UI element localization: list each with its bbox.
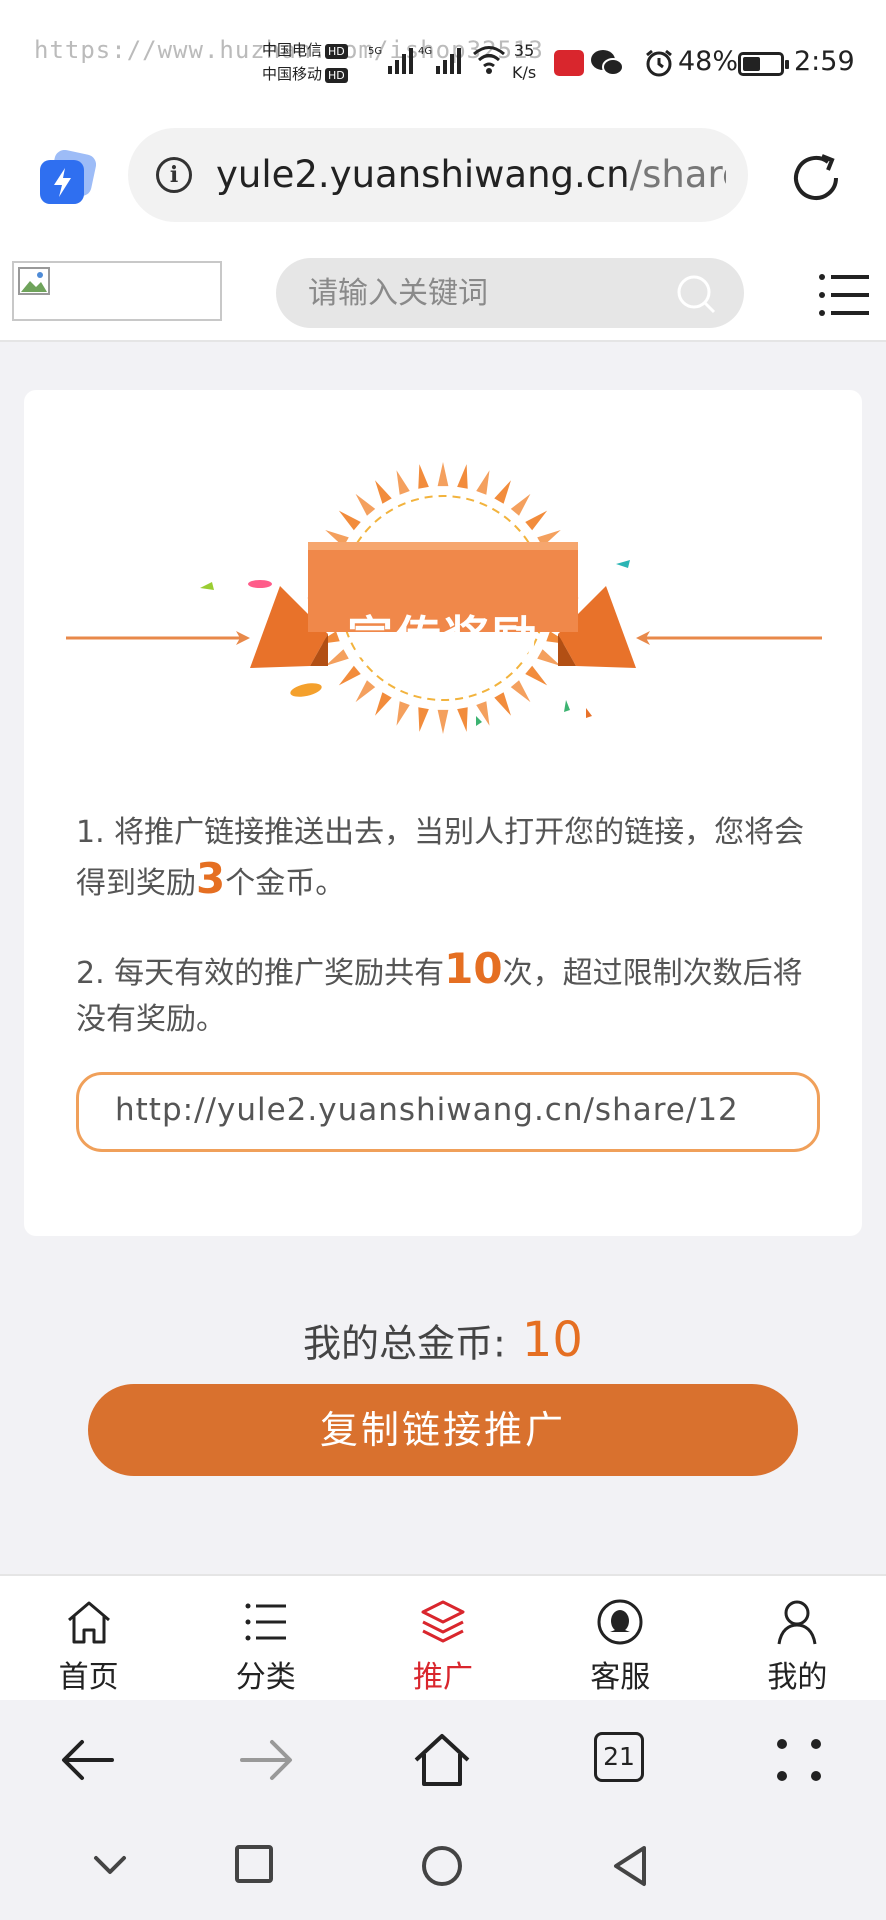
reload-icon[interactable]: [786, 148, 846, 208]
support-icon: [597, 1599, 643, 1645]
total-coins-value: 10: [521, 1312, 583, 1368]
signal-icon: [436, 44, 461, 74]
forward-icon[interactable]: [236, 1730, 296, 1790]
network-gen-2: 4G: [418, 46, 433, 57]
tab-promote[interactable]: 推广: [354, 1576, 531, 1700]
share-link-text[interactable]: http://yule2.yuanshiwang.cn/share/12: [115, 1092, 795, 1128]
tab-promote-label: 推广: [413, 1660, 473, 1695]
alarm-icon: [646, 49, 672, 77]
layers-icon: [421, 1600, 465, 1643]
rule-2-highlight: 10: [444, 944, 503, 993]
tab-mine[interactable]: 我的: [709, 1576, 886, 1700]
home-page-icon[interactable]: [412, 1730, 472, 1790]
browser-toolbar: i yule2.yuanshiwang.cn/share/: [0, 118, 886, 236]
rule-1-text: 1. 将推广链接推送出去，当别人打开您的链接，您将会得到奖励: [76, 815, 805, 901]
tab-category-label: 分类: [235, 1660, 296, 1695]
app-notification-icon: [554, 50, 584, 76]
url-path: /share/: [629, 153, 726, 196]
carrier-2: 中国移动: [262, 65, 323, 83]
promo-rule-1: 1. 将推广链接推送出去，当别人打开您的链接，您将会得到奖励3个金币。: [76, 810, 816, 907]
copy-link-button[interactable]: 复制链接推广: [88, 1384, 798, 1476]
back-icon[interactable]: [58, 1730, 118, 1790]
battery-percent: 48%: [678, 46, 739, 77]
tab-home-label: 首页: [58, 1660, 119, 1695]
wifi-icon: [473, 46, 505, 74]
recent-apps-icon[interactable]: [234, 1844, 274, 1884]
carrier-1: 中国电信: [262, 41, 323, 59]
wechat-icon: [591, 50, 624, 76]
info-icon[interactable]: i: [156, 157, 192, 193]
status-bar: https://www.huzhan.com/ishop32513 中国电信 HD…: [0, 0, 886, 118]
share-link-field[interactable]: http://yule2.yuanshiwang.cn/share/12: [76, 1072, 820, 1152]
tab-count-button[interactable]: 21: [594, 1732, 644, 1782]
menu-icon[interactable]: [818, 272, 870, 318]
tab-category[interactable]: 分类: [177, 1576, 354, 1700]
clock: 2:59: [794, 46, 855, 77]
broken-image-icon: [18, 267, 50, 295]
site-logo[interactable]: [12, 261, 222, 321]
hd-badge-2: HD: [325, 68, 348, 83]
more-icon[interactable]: [770, 1730, 830, 1790]
network-speed: 35 K/s: [512, 40, 536, 84]
search-icon[interactable]: [674, 272, 718, 316]
banner-title: 宣传奖励: [347, 611, 539, 665]
tab-support-label: 客服: [590, 1660, 651, 1695]
rule-2-text: 2. 每天有效的推广奖励共有: [76, 956, 445, 991]
search-box[interactable]: [276, 258, 744, 328]
home-button-icon[interactable]: [420, 1844, 464, 1888]
browser-logo-icon[interactable]: [38, 150, 96, 208]
list-icon: [245, 1603, 286, 1641]
back-triangle-icon[interactable]: [610, 1844, 650, 1888]
total-coins: 我的总金币: 10: [0, 1312, 886, 1368]
speed-unit: K/s: [512, 63, 537, 82]
total-coins-label: 我的总金币:: [303, 1321, 506, 1366]
system-nav-bar: [0, 1816, 886, 1920]
hd-badge-1: HD: [325, 44, 348, 59]
rule-1-highlight: 3: [196, 854, 226, 903]
bottom-tab-bar: 首页 分类 推广 客服 我的: [0, 1574, 886, 1700]
speed-value: 35: [513, 41, 535, 60]
battery-icon: [738, 52, 789, 76]
url-domain: yule2.yuanshiwang.cn: [216, 153, 630, 196]
browser-nav-bar: 21: [0, 1700, 886, 1816]
tab-home[interactable]: 首页: [0, 1576, 177, 1700]
carrier-info: 中国电信 HD 中国移动 HD: [262, 38, 348, 86]
user-icon: [777, 1600, 817, 1645]
tab-support[interactable]: 客服: [532, 1576, 709, 1700]
promo-card: 宣传奖励 1. 将推广链接推送出去，当别人打开您的链接，您将会得到奖励3个金币。…: [24, 390, 862, 1236]
address-bar[interactable]: i yule2.yuanshiwang.cn/share/: [128, 128, 748, 222]
promo-rule-2: 2. 每天有效的推广奖励共有10次，超过限制次数后将没有奖励。: [76, 946, 816, 1043]
promo-banner: 宣传奖励: [60, 438, 826, 768]
tab-mine-label: 我的: [767, 1660, 828, 1695]
search-input[interactable]: [308, 270, 668, 316]
network-gen-1: 5G: [368, 46, 383, 57]
url-text[interactable]: yule2.yuanshiwang.cn/share/: [216, 150, 726, 200]
signal-icon: [388, 44, 413, 74]
home-icon: [67, 1601, 110, 1644]
site-header: [0, 236, 886, 342]
rule-1-suffix: 个金币。: [225, 866, 346, 901]
chevron-down-icon[interactable]: [90, 1844, 130, 1884]
